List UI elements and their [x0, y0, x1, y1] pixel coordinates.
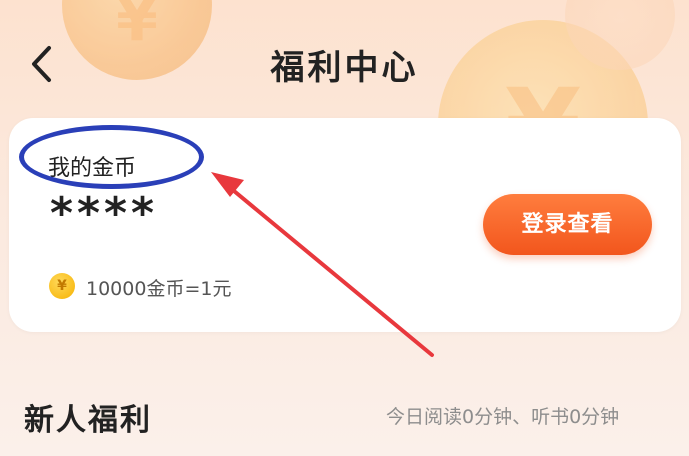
coins-value-masked: **** — [50, 188, 159, 239]
annotation-ellipse — [19, 125, 204, 189]
login-view-button[interactable]: 登录查看 — [483, 194, 652, 255]
page-title: 福利中心 — [270, 48, 419, 88]
section-subtitle: 今日阅读0分钟、听书0分钟 — [386, 406, 620, 428]
exchange-rate-text: 10000金币=1元 — [86, 278, 232, 300]
section-title: 新人福利 — [24, 403, 152, 438]
coin-icon: ¥ — [49, 273, 75, 299]
